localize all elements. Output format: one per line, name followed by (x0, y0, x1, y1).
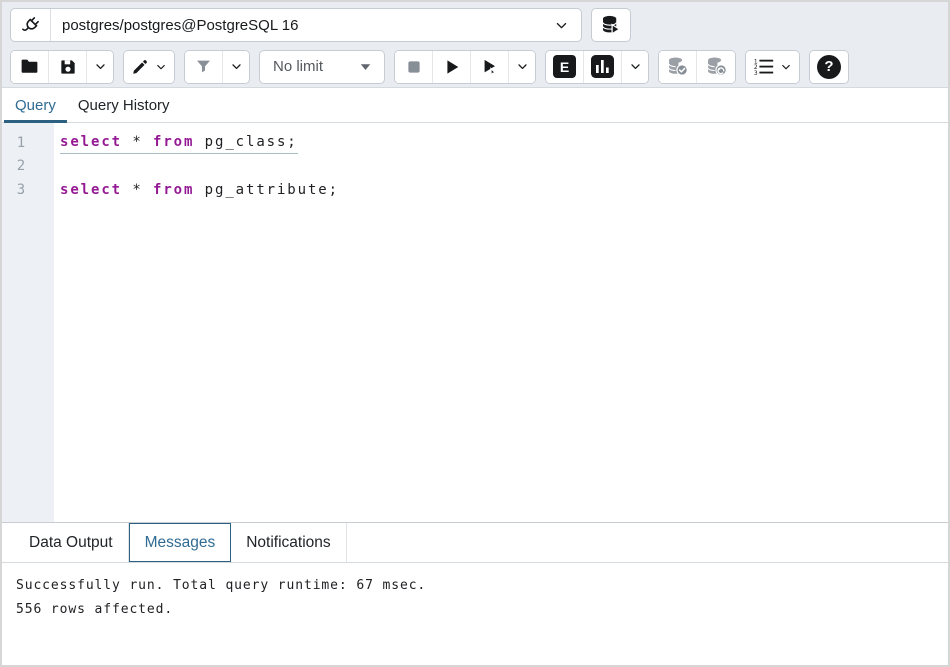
output-tab-bar: Data Output Messages Notifications (2, 523, 948, 563)
execute-options-dropdown[interactable] (509, 51, 535, 83)
macros-button-group: 1 2 3 (745, 50, 800, 84)
explain-button[interactable]: E (546, 51, 584, 83)
save-button[interactable] (49, 51, 87, 83)
tab-notifications[interactable]: Notifications (231, 523, 346, 562)
explain-icon: E (553, 55, 576, 78)
rollback-button[interactable] (697, 51, 735, 83)
tab-query-label: Query (15, 97, 56, 114)
editor-gutter: 123 (2, 123, 54, 522)
explain-options-dropdown[interactable] (622, 51, 648, 83)
explain-button-group: E (545, 50, 649, 84)
code-line[interactable]: select * from pg_class; (60, 132, 298, 154)
file-button-group (10, 50, 114, 84)
stop-icon (405, 58, 423, 76)
messages-panel: Successfully run. Total query runtime: 6… (2, 563, 948, 665)
save-icon (58, 57, 78, 77)
tab-data-output[interactable]: Data Output (14, 523, 129, 562)
query-tool-window: postgres/postgres@PostgreSQL 16 (0, 0, 950, 667)
execute-from-cursor-button[interactable] (471, 51, 509, 83)
connection-chevron-down-icon[interactable] (542, 9, 581, 41)
chevron-down-icon (155, 61, 167, 73)
open-file-icon (19, 56, 40, 77)
help-button[interactable]: ? (810, 51, 848, 83)
tab-query-history[interactable]: Query History (67, 88, 181, 122)
execute-button-group (394, 50, 536, 84)
edit-dropdown-button[interactable] (124, 51, 174, 83)
new-connection-button[interactable] (591, 8, 631, 42)
save-options-dropdown[interactable] (87, 51, 113, 83)
line-number: 1 (2, 132, 40, 155)
tab-data-output-label: Data Output (29, 534, 113, 552)
execute-icon (442, 57, 462, 77)
message-line: 556 rows affected. (16, 598, 934, 622)
commit-button[interactable] (659, 51, 697, 83)
execute-button[interactable] (433, 51, 471, 83)
help-icon: ? (817, 55, 841, 79)
sql-editor[interactable]: 123 select * from pg_class; select * fro… (2, 123, 948, 523)
caret-down-icon (360, 63, 371, 71)
chevron-down-icon (516, 60, 529, 73)
tab-query-history-label: Query History (78, 97, 170, 114)
chevron-down-icon (230, 60, 243, 73)
connection-select[interactable]: postgres/postgres@PostgreSQL 16 (10, 8, 582, 42)
chevron-down-icon (629, 60, 642, 73)
help-button-group: ? (809, 50, 849, 84)
code-line[interactable]: select * from pg_attribute; (60, 179, 339, 202)
filter-button[interactable] (185, 51, 223, 83)
cancel-query-button[interactable] (395, 51, 433, 83)
plug-icon (11, 9, 51, 41)
commit-icon (666, 55, 689, 78)
database-new-connection-icon (600, 14, 622, 36)
edit-button-group (123, 50, 175, 84)
message-line: Successfully run. Total query runtime: 6… (16, 574, 934, 598)
editor-code[interactable]: select * from pg_class; select * from pg… (54, 123, 948, 522)
open-file-button[interactable] (11, 51, 49, 83)
toolbar-chrome: postgres/postgres@PostgreSQL 16 (2, 2, 948, 88)
macros-icon: 1 2 3 (753, 57, 775, 76)
filter-icon (194, 57, 213, 76)
chevron-down-icon (94, 60, 107, 73)
line-number: 2 (2, 155, 40, 178)
explain-analyze-icon (591, 55, 614, 78)
tab-query[interactable]: Query (4, 88, 67, 122)
chevron-down-icon (780, 61, 792, 73)
row-limit-select[interactable]: No limit (259, 50, 385, 84)
connection-label: postgres/postgres@PostgreSQL 16 (51, 17, 542, 34)
explain-analyze-button[interactable] (584, 51, 622, 83)
edit-icon (131, 57, 150, 76)
svg-text:3: 3 (754, 70, 758, 76)
filter-options-dropdown[interactable] (223, 51, 249, 83)
macros-dropdown-button[interactable]: 1 2 3 (746, 51, 799, 83)
row-limit-value: No limit (273, 58, 323, 75)
rollback-icon (705, 55, 728, 78)
editor-tab-bar: Query Query History (2, 88, 948, 123)
connection-bar: postgres/postgres@PostgreSQL 16 (2, 2, 948, 46)
code-line[interactable] (60, 155, 70, 178)
filter-button-group (184, 50, 250, 84)
query-toolbar: No limit (2, 46, 948, 88)
transaction-button-group (658, 50, 736, 84)
tab-messages-label: Messages (145, 534, 216, 552)
tab-notifications-label: Notifications (246, 534, 330, 552)
execute-from-cursor-icon (480, 57, 500, 77)
tab-messages[interactable]: Messages (129, 523, 232, 562)
line-number: 3 (2, 179, 40, 202)
